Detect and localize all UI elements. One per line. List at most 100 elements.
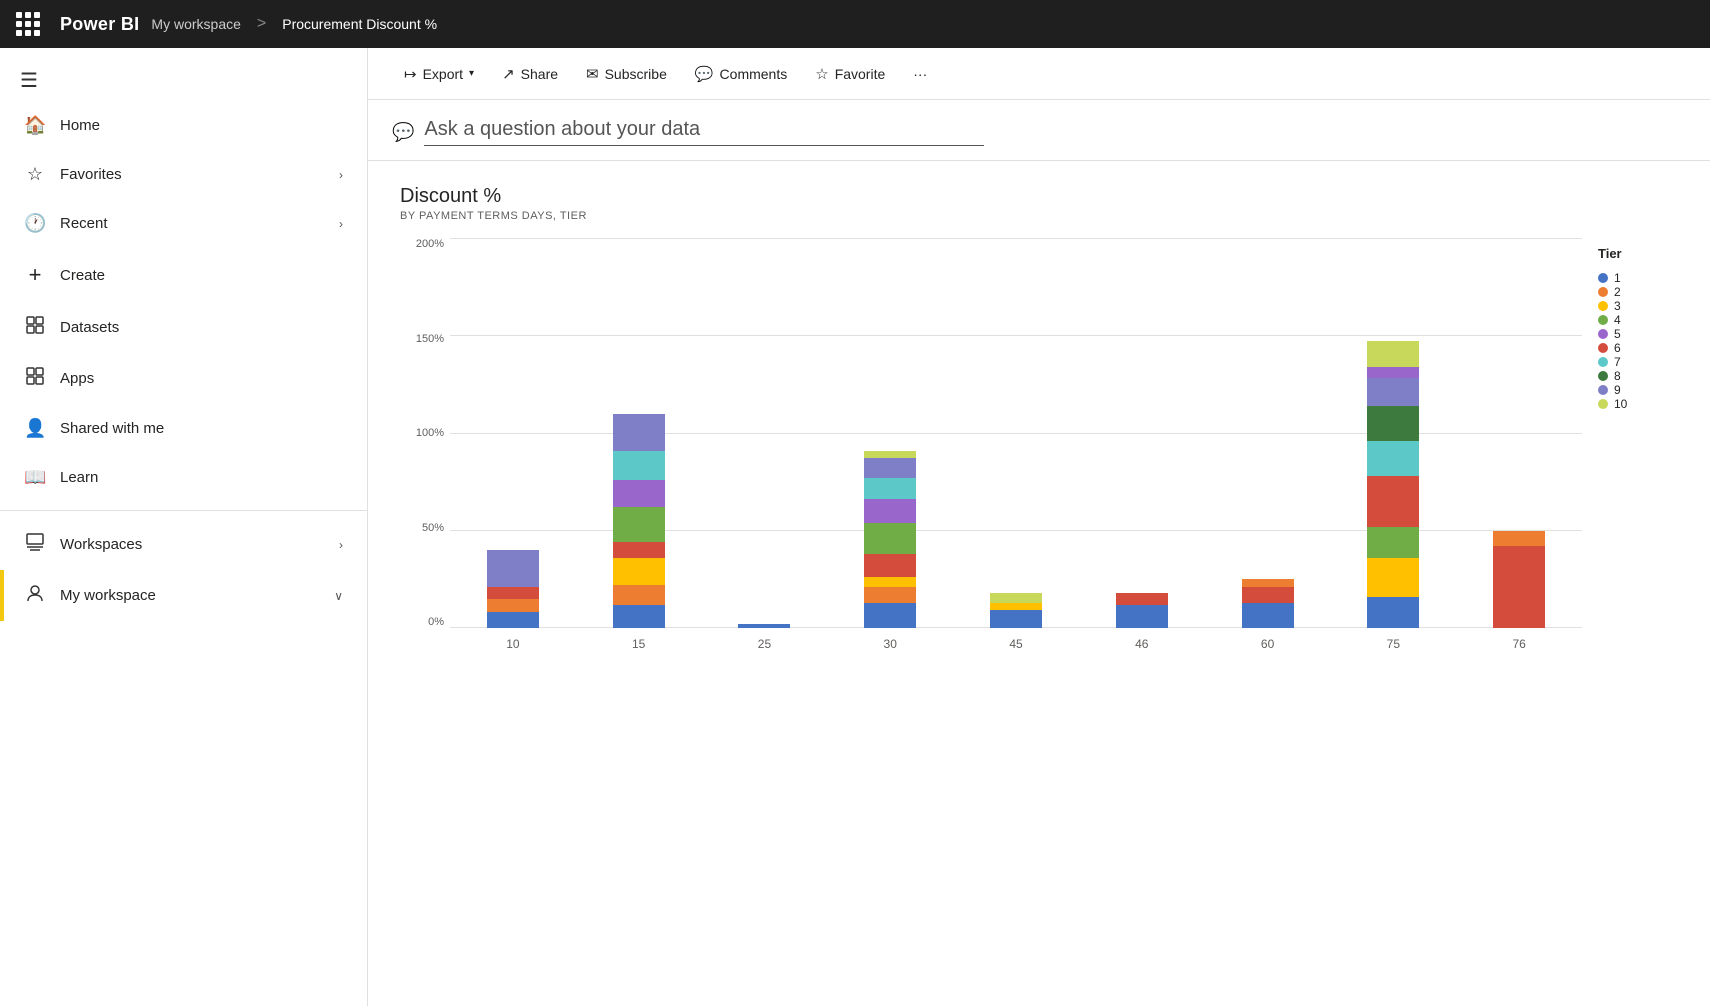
sidebar-item-recent[interactable]: 🕐 Recent ›: [0, 199, 367, 248]
chart-plot-area: 200% 150% 100% 50% 0%: [450, 238, 1582, 658]
legend-dot: [1598, 287, 1608, 297]
sidebar-item-datasets[interactable]: Datasets: [0, 302, 367, 353]
bar-seg-tier-6[interactable]: [1242, 587, 1294, 603]
sidebar-item-home[interactable]: 🏠 Home: [0, 101, 367, 150]
share-icon: ↗: [502, 65, 515, 83]
bar-seg-tier-9[interactable]: [613, 414, 665, 451]
bar-group: [965, 593, 1067, 628]
bar-seg-tier-10[interactable]: [1367, 341, 1419, 366]
bar-seg-tier-2[interactable]: [613, 585, 665, 605]
bar-seg-tier-1[interactable]: [1242, 603, 1294, 628]
bar-group: [1217, 579, 1319, 628]
bar-seg-tier-7[interactable]: [613, 451, 665, 480]
legend-dot: [1598, 385, 1608, 395]
legend-items: 12345678910: [1598, 271, 1678, 411]
bar-seg-tier-2[interactable]: [864, 587, 916, 603]
bar-seg-tier-6[interactable]: [613, 542, 665, 558]
bar-seg-tier-4[interactable]: [864, 523, 916, 554]
bar-seg-tier-2[interactable]: [1493, 531, 1545, 547]
sidebar-item-favorites[interactable]: ☆ Favorites ›: [0, 150, 367, 199]
legend-label: 1: [1614, 271, 1621, 285]
favorite-button[interactable]: ☆ Favorite: [803, 59, 897, 89]
sidebar-item-learn[interactable]: 📖 Learn: [0, 453, 367, 502]
y-label-100: 100%: [416, 427, 444, 439]
bar-group: [839, 451, 941, 628]
sidebar-item-apps[interactable]: Apps: [0, 353, 367, 404]
qa-input[interactable]: Ask a question about your data: [424, 118, 984, 146]
bar-seg-tier-1[interactable]: [613, 605, 665, 628]
bar-seg-tier-3[interactable]: [864, 577, 916, 587]
legend-item: 6: [1598, 341, 1678, 355]
bar-seg-tier-6[interactable]: [487, 587, 539, 599]
apps-icon: [24, 367, 46, 390]
legend-item: 9: [1598, 383, 1678, 397]
share-label: Share: [521, 66, 558, 82]
bar-seg-tier-4[interactable]: [1367, 527, 1419, 558]
stacked-bar: [990, 593, 1042, 628]
chart-title: Discount %: [400, 185, 1678, 208]
chart-inner: 200% 150% 100% 50% 0%: [400, 238, 1582, 658]
bar-seg-tier-5[interactable]: [1367, 367, 1419, 379]
brand-name: Power BI: [60, 14, 139, 35]
bar-seg-tier-7[interactable]: [1367, 441, 1419, 476]
bar-seg-tier-9[interactable]: [1367, 378, 1419, 405]
x-label: 25: [714, 637, 816, 651]
y-label-150: 150%: [416, 333, 444, 345]
learn-icon: 📖: [24, 467, 46, 488]
export-label: Export: [423, 66, 463, 82]
breadcrumb-workspace[interactable]: My workspace: [151, 16, 240, 32]
sidebar-item-myworkspace[interactable]: My workspace ∨: [0, 570, 367, 621]
export-chevron-icon: ▾: [469, 68, 474, 79]
home-icon: 🏠: [24, 115, 46, 136]
sidebar-toggle[interactable]: ☰: [0, 48, 367, 101]
hamburger-icon[interactable]: ☰: [20, 70, 38, 92]
bar-seg-tier-9[interactable]: [864, 458, 916, 478]
bar-seg-tier-1[interactable]: [487, 612, 539, 628]
content-area: ↦ Export ▾ ↗ Share ✉ Subscribe 💬 Comment…: [368, 48, 1710, 1006]
more-options-button[interactable]: ···: [901, 60, 939, 88]
bar-seg-tier-8[interactable]: [1367, 406, 1419, 441]
legend-label: 3: [1614, 299, 1621, 313]
bar-seg-tier-1[interactable]: [1367, 597, 1419, 628]
stacked-bar: [738, 624, 790, 628]
export-button[interactable]: ↦ Export ▾: [392, 59, 486, 89]
waffle-icon[interactable]: [16, 12, 40, 36]
legend-label: 2: [1614, 285, 1621, 299]
sidebar-item-create[interactable]: + Create: [0, 248, 367, 302]
sidebar-item-shared[interactable]: 👤 Shared with me: [0, 404, 367, 453]
share-button[interactable]: ↗ Share: [490, 59, 570, 89]
bar-seg-tier-1[interactable]: [738, 624, 790, 628]
bar-seg-tier-3[interactable]: [613, 558, 665, 585]
bar-seg-tier-10[interactable]: [864, 451, 916, 459]
stacked-bar: [1493, 531, 1545, 629]
favorite-label: Favorite: [835, 66, 886, 82]
bar-seg-tier-5[interactable]: [613, 480, 665, 507]
topbar: Power BI My workspace > Procurement Disc…: [0, 0, 1710, 48]
subscribe-label: Subscribe: [605, 66, 667, 82]
bar-seg-tier-2[interactable]: [487, 599, 539, 613]
bar-seg-tier-7[interactable]: [864, 478, 916, 499]
comments-button[interactable]: 💬 Comments: [683, 59, 799, 89]
legend-dot: [1598, 343, 1608, 353]
bar-seg-tier-10[interactable]: [990, 593, 1042, 603]
bar-seg-tier-4[interactable]: [613, 507, 665, 542]
bar-seg-tier-1[interactable]: [1116, 605, 1168, 628]
sidebar: ☰ 🏠 Home ☆ Favorites › 🕐 Recent › + Crea…: [0, 48, 368, 1006]
bar-seg-tier-9[interactable]: [487, 550, 539, 587]
bar-seg-tier-6[interactable]: [1367, 476, 1419, 527]
subscribe-button[interactable]: ✉ Subscribe: [574, 59, 679, 89]
bar-seg-tier-3[interactable]: [1367, 558, 1419, 597]
bar-seg-tier-6[interactable]: [1493, 546, 1545, 628]
bar-seg-tier-1[interactable]: [990, 610, 1042, 628]
bar-seg-tier-6[interactable]: [864, 554, 916, 577]
bar-seg-tier-3[interactable]: [990, 603, 1042, 611]
bar-seg-tier-5[interactable]: [864, 499, 916, 522]
sidebar-item-label: Apps: [60, 370, 343, 387]
bar-seg-tier-2[interactable]: [1242, 579, 1294, 587]
legend-title: Tier: [1598, 246, 1678, 261]
qa-bar[interactable]: 💬 Ask a question about your data: [368, 100, 1710, 161]
qa-icon: 💬: [392, 122, 414, 143]
bar-seg-tier-6[interactable]: [1116, 593, 1168, 605]
bar-seg-tier-1[interactable]: [864, 603, 916, 628]
sidebar-item-workspaces[interactable]: Workspaces ›: [0, 519, 367, 570]
